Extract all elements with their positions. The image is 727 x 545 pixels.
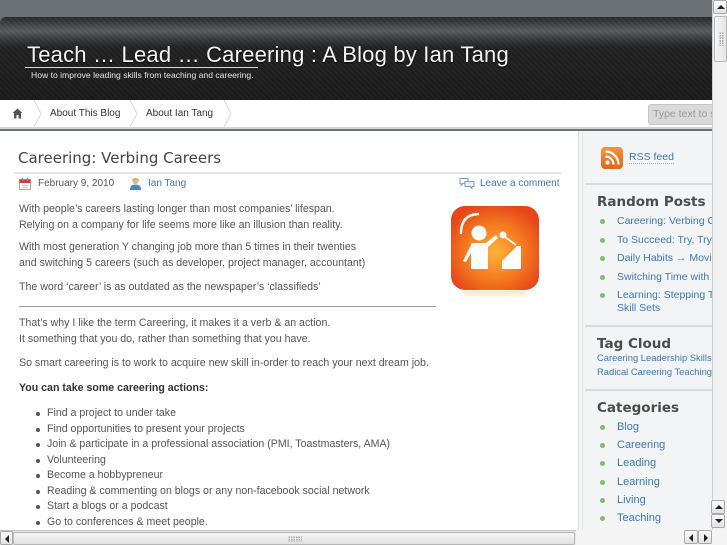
site-description: How to improve leading skills from teach… xyxy=(31,70,254,80)
calendar-icon xyxy=(19,178,31,190)
list-item: Start a blogs or a podcast xyxy=(36,499,390,515)
random-posts-list: Careering: Verbing Careers To Succeed: T… xyxy=(597,212,712,315)
vertical-scrollbar[interactable] xyxy=(712,0,727,530)
arrow-left-icon xyxy=(5,535,9,543)
random-post-link[interactable]: Learning: Stepping T Skill Sets xyxy=(597,286,712,315)
paragraph-line: So smart careering is to work to acquire… xyxy=(19,357,429,369)
scroll-left-button[interactable] xyxy=(0,531,13,545)
category-link[interactable]: Teaching xyxy=(597,509,712,527)
nav-item-about-ian-tang[interactable]: About Ian Tang xyxy=(146,100,213,127)
post-date: February 9, 2010 xyxy=(38,178,115,189)
leave-comment-link[interactable]: Leave a comment xyxy=(480,178,560,189)
list-item: Reading & commenting on blogs or any non… xyxy=(36,484,390,500)
grip-icon xyxy=(719,32,724,46)
nav-separator xyxy=(130,100,138,127)
sidebar-divider xyxy=(585,183,712,185)
post-content: Careering: Verbing Careers February 9, 2… xyxy=(0,131,578,530)
sidebar: RSS feed Random Posts Careering: Verbing… xyxy=(578,131,712,530)
site-header: Teach … Lead … Careering : A Blog by Ian… xyxy=(0,17,712,100)
post-author-link[interactable]: Ian Tang xyxy=(148,178,186,189)
paragraph-line: That’s why I like the term Careering, it… xyxy=(19,317,331,329)
categories-heading: Categories xyxy=(597,400,680,416)
category-link[interactable]: Blog xyxy=(597,418,712,436)
list-item: Find a project to under take xyxy=(36,406,390,422)
nav-bar: About This Blog About Ian Tang xyxy=(0,100,712,129)
category-link[interactable]: Leading xyxy=(597,454,712,472)
paragraph-line: The word ‘career’ is as outdated as the … xyxy=(19,281,321,293)
list-item: Join & participate in a professional ass… xyxy=(36,437,390,453)
sidebar-divider xyxy=(585,389,712,391)
nav-separator xyxy=(34,100,42,127)
paragraph: With most generation Y changing job more… xyxy=(19,240,365,271)
horizontal-rule xyxy=(19,306,436,307)
category-link[interactable]: Learning xyxy=(597,473,712,491)
home-icon[interactable] xyxy=(12,108,23,119)
arrow-up-icon xyxy=(717,5,725,9)
title-divider xyxy=(14,172,561,174)
horizontal-scrollbar[interactable] xyxy=(0,530,576,545)
title-underline xyxy=(25,67,258,68)
list-item: Go to conferences & meet people. xyxy=(36,515,390,531)
search-input[interactable]: Type text to search xyxy=(648,104,712,125)
sidebar-divider xyxy=(585,325,712,327)
scrollbar-corner xyxy=(576,530,727,545)
tag-cloud-line[interactable]: Careering Leadership Skills xyxy=(597,352,712,363)
grip-icon xyxy=(288,536,302,542)
comment-icon[interactable] xyxy=(459,177,475,190)
tag-cloud-line[interactable]: Radical Careering Teaching xyxy=(597,366,712,377)
site-title[interactable]: Teach … Lead … Careering : A Blog by Ian… xyxy=(27,42,509,68)
scroll-up-button[interactable] xyxy=(713,0,727,14)
list-item: Become a hobbypreneur xyxy=(36,468,390,484)
list-item: Volunteering xyxy=(36,453,390,469)
post-title[interactable]: Careering: Verbing Careers xyxy=(18,149,221,167)
arrow-up-icon xyxy=(715,505,723,509)
arrow-down-icon xyxy=(715,519,723,523)
tag-cloud-heading: Tag Cloud xyxy=(597,336,672,352)
actions-list: Find a project to under take Find opport… xyxy=(36,406,390,530)
random-post-title-cont[interactable]: Skill Sets xyxy=(617,302,660,314)
scroll-right-button[interactable] xyxy=(698,530,712,544)
paragraph: With people’s careers lasting longer tha… xyxy=(19,202,343,233)
scroll-down-button[interactable] xyxy=(711,514,725,528)
paragraph-line: It something that you do, rather than so… xyxy=(19,332,311,345)
user-icon xyxy=(130,178,141,190)
paragraph-line: and switching 5 careers (such as develop… xyxy=(19,256,366,269)
arrow-right-icon xyxy=(704,534,708,542)
nav-item-about-this-blog[interactable]: About This Blog xyxy=(50,100,120,127)
list-item: Find opportunities to present your proje… xyxy=(36,422,390,438)
rss-icon[interactable] xyxy=(601,147,623,169)
paragraph-line: With most generation Y changing job more… xyxy=(19,241,357,253)
scroll-left-button[interactable] xyxy=(684,530,698,544)
random-post-link[interactable]: Careering: Verbing Careers xyxy=(597,212,712,231)
paragraph-line: With people’s careers lasting longer tha… xyxy=(19,203,335,215)
category-link[interactable]: Living xyxy=(597,491,712,509)
paragraph: The word ‘career’ is as outdated as the … xyxy=(19,280,321,296)
vertical-scroll-thumb[interactable] xyxy=(714,16,727,62)
browser-viewport: Teach … Lead … Careering : A Blog by Ian… xyxy=(0,0,712,530)
speaker-at-podium-icon xyxy=(451,206,539,301)
random-posts-heading: Random Posts xyxy=(597,194,706,210)
actions-heading: You can take some careering actions: xyxy=(19,382,209,394)
categories-list: Blog Careering Leading Learning Living T… xyxy=(597,418,712,527)
scroll-up-button[interactable] xyxy=(711,500,725,514)
random-post-link[interactable]: Switching Time with xyxy=(597,268,712,287)
paragraph: That’s why I like the term Careering, it… xyxy=(19,316,330,347)
random-post-link[interactable]: Daily Habits → Moving xyxy=(597,249,712,268)
horizontal-scroll-thumb[interactable] xyxy=(13,532,575,545)
rss-feed-link[interactable]: RSS feed xyxy=(629,151,674,164)
nav-separator xyxy=(224,100,232,127)
arrow-left-icon xyxy=(689,534,693,542)
random-post-link[interactable]: To Succeed: Try, Try xyxy=(597,231,712,250)
sidebar-panel: RSS feed Random Posts Careering: Verbing… xyxy=(582,131,712,530)
category-link[interactable]: Careering xyxy=(597,436,712,454)
paragraph: So smart careering is to work to acquire… xyxy=(19,356,429,372)
paragraph-line: Relying on a company for life seems more… xyxy=(19,218,343,231)
random-post-title[interactable]: Learning: Stepping T xyxy=(617,289,712,301)
